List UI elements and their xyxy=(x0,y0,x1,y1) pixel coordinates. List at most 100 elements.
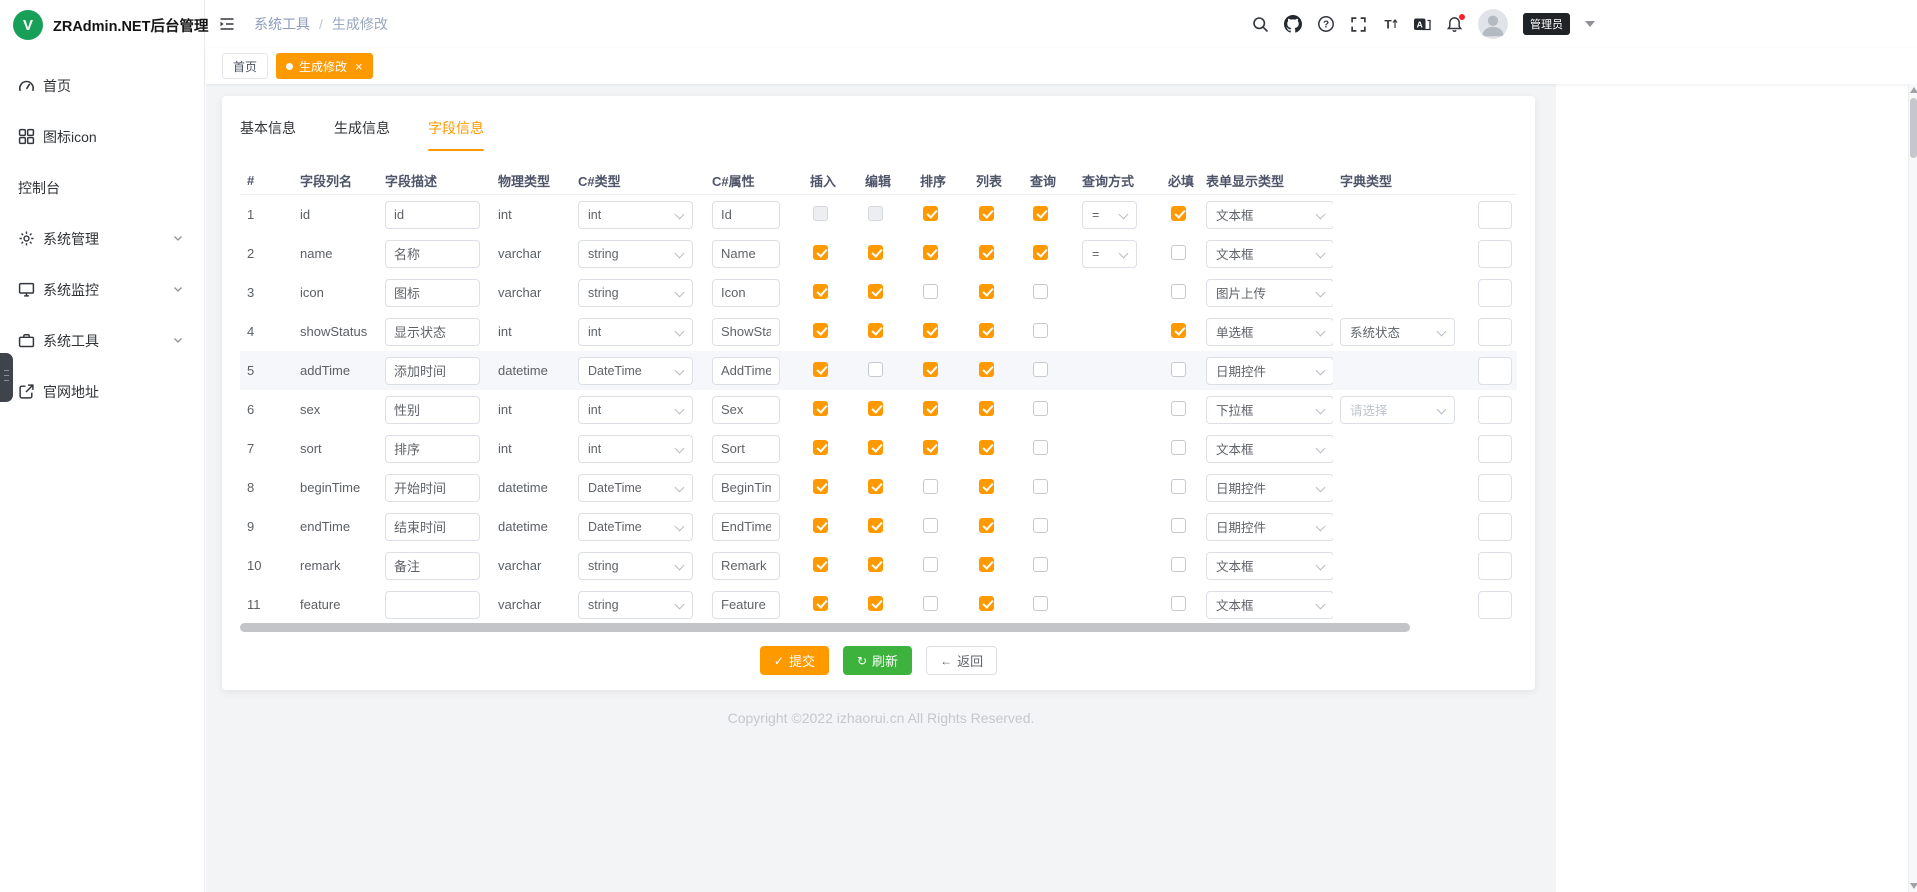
sort-checkbox[interactable] xyxy=(923,596,938,611)
chevron-down-icon[interactable] xyxy=(1585,21,1595,32)
extra-field-input[interactable] xyxy=(1478,396,1512,424)
required-checkbox[interactable] xyxy=(1171,401,1186,416)
insert-checkbox[interactable] xyxy=(813,284,828,299)
fullscreen-icon[interactable] xyxy=(1350,16,1367,33)
sort-checkbox[interactable] xyxy=(923,518,938,533)
tab-field-info[interactable]: 字段信息 xyxy=(428,118,484,151)
avatar[interactable] xyxy=(1478,9,1508,39)
list-checkbox[interactable] xyxy=(979,362,994,377)
query-checkbox[interactable] xyxy=(1033,596,1048,611)
insert-checkbox[interactable] xyxy=(813,323,828,338)
csharp-type-select[interactable]: int xyxy=(578,435,693,463)
list-checkbox[interactable] xyxy=(979,479,994,494)
csharp-type-select[interactable]: string xyxy=(578,591,693,619)
query-checkbox[interactable] xyxy=(1033,284,1048,299)
tab-gen-info[interactable]: 生成信息 xyxy=(334,118,390,151)
csharp-type-select[interactable]: DateTime xyxy=(578,474,693,502)
tab-basic-info[interactable]: 基本信息 xyxy=(240,118,296,151)
display-type-select[interactable]: 日期控件 xyxy=(1206,513,1333,541)
csharp-property-input[interactable] xyxy=(712,435,780,463)
sidebar-item-console[interactable]: 控制台 xyxy=(0,162,204,213)
csharp-property-input[interactable] xyxy=(712,552,780,580)
sidebar-item-system-management[interactable]: 系统管理 xyxy=(0,213,204,264)
required-checkbox[interactable] xyxy=(1171,206,1186,221)
field-description-input[interactable] xyxy=(385,435,480,463)
sort-checkbox[interactable] xyxy=(923,323,938,338)
display-type-select[interactable]: 日期控件 xyxy=(1206,474,1333,502)
csharp-property-input[interactable] xyxy=(712,591,780,619)
csharp-property-input[interactable] xyxy=(712,201,780,229)
field-description-input[interactable] xyxy=(385,474,480,502)
display-type-select[interactable]: 文本框 xyxy=(1206,591,1333,619)
query-method-select[interactable]: = xyxy=(1082,201,1137,229)
required-checkbox[interactable] xyxy=(1171,245,1186,260)
insert-checkbox[interactable] xyxy=(813,440,828,455)
csharp-type-select[interactable]: int xyxy=(578,201,693,229)
insert-checkbox[interactable] xyxy=(813,596,828,611)
display-type-select[interactable]: 文本框 xyxy=(1206,435,1333,463)
sidebar-fold-icon[interactable] xyxy=(218,15,236,33)
sort-checkbox[interactable] xyxy=(923,206,938,221)
csharp-property-input[interactable] xyxy=(712,474,780,502)
display-type-select[interactable]: 下拉框 xyxy=(1206,396,1333,424)
insert-checkbox[interactable] xyxy=(813,245,828,260)
display-type-select[interactable]: 日期控件 xyxy=(1206,357,1333,385)
field-description-input[interactable] xyxy=(385,591,480,619)
vertical-scrollbar-thumb[interactable] xyxy=(1910,98,1917,158)
query-checkbox[interactable] xyxy=(1033,557,1048,572)
csharp-property-input[interactable] xyxy=(712,357,780,385)
required-checkbox[interactable] xyxy=(1171,284,1186,299)
display-type-select[interactable]: 文本框 xyxy=(1206,552,1333,580)
list-checkbox[interactable] xyxy=(979,284,994,299)
edit-checkbox[interactable] xyxy=(868,479,883,494)
sort-checkbox[interactable] xyxy=(923,245,938,260)
query-checkbox[interactable] xyxy=(1033,206,1048,221)
sort-checkbox[interactable] xyxy=(923,362,938,377)
sidebar-item-system-monitor[interactable]: 系统监控 xyxy=(0,264,204,315)
dict-type-select[interactable]: 请选择 xyxy=(1340,396,1455,424)
extra-field-input[interactable] xyxy=(1478,201,1512,229)
sort-checkbox[interactable] xyxy=(923,479,938,494)
extra-field-input[interactable] xyxy=(1478,240,1512,268)
list-checkbox[interactable] xyxy=(979,206,994,221)
required-checkbox[interactable] xyxy=(1171,479,1186,494)
field-description-input[interactable] xyxy=(385,279,480,307)
insert-checkbox[interactable] xyxy=(813,401,828,416)
query-checkbox[interactable] xyxy=(1033,518,1048,533)
edit-checkbox[interactable] xyxy=(868,245,883,260)
query-checkbox[interactable] xyxy=(1033,479,1048,494)
field-description-input[interactable] xyxy=(385,201,480,229)
insert-checkbox[interactable] xyxy=(813,362,828,377)
query-checkbox[interactable] xyxy=(1033,401,1048,416)
csharp-type-select[interactable]: string xyxy=(578,552,693,580)
submit-button[interactable]: ✓ 提交 xyxy=(760,646,829,675)
query-checkbox[interactable] xyxy=(1033,323,1048,338)
sidebar-item-official-site[interactable]: 官网地址 xyxy=(0,366,204,417)
sidebar-item-home[interactable]: 首页 xyxy=(0,60,204,111)
field-description-input[interactable] xyxy=(385,552,480,580)
insert-checkbox[interactable] xyxy=(813,557,828,572)
csharp-type-select[interactable]: DateTime xyxy=(578,513,693,541)
font-size-icon[interactable]: T xyxy=(1382,16,1398,32)
user-role-badge[interactable]: 管理员 xyxy=(1523,13,1570,35)
edit-checkbox[interactable] xyxy=(868,284,883,299)
required-checkbox[interactable] xyxy=(1171,557,1186,572)
list-checkbox[interactable] xyxy=(979,557,994,572)
csharp-property-input[interactable] xyxy=(712,240,780,268)
required-checkbox[interactable] xyxy=(1171,596,1186,611)
list-checkbox[interactable] xyxy=(979,518,994,533)
sidebar-item-icons[interactable]: 图标icon xyxy=(0,111,204,162)
dict-type-select[interactable]: 系统状态 xyxy=(1340,318,1455,346)
csharp-type-select[interactable]: int xyxy=(578,318,693,346)
display-type-select[interactable]: 单选框 xyxy=(1206,318,1333,346)
query-checkbox[interactable] xyxy=(1033,362,1048,377)
insert-checkbox[interactable] xyxy=(813,206,828,221)
horizontal-scrollbar[interactable] xyxy=(240,623,1410,632)
display-type-select[interactable]: 文本框 xyxy=(1206,201,1333,229)
tag-home[interactable]: 首页 xyxy=(222,53,268,79)
close-icon[interactable]: × xyxy=(355,60,363,73)
field-description-input[interactable] xyxy=(385,357,480,385)
csharp-property-input[interactable] xyxy=(712,396,780,424)
refresh-button[interactable]: ↻ 刷新 xyxy=(843,646,912,675)
required-checkbox[interactable] xyxy=(1171,518,1186,533)
